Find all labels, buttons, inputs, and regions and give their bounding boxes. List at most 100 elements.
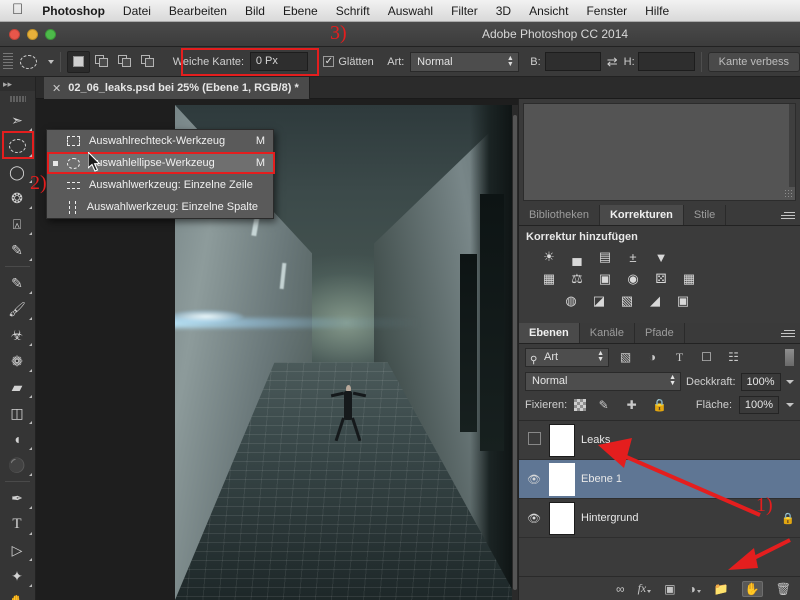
channel-mixer-icon[interactable]: ⚄ xyxy=(651,270,671,288)
layer-thumbnail[interactable] xyxy=(549,423,575,457)
add-to-selection-button[interactable] xyxy=(90,51,113,73)
levels-icon[interactable]: ▄ xyxy=(567,248,587,266)
new-selection-button[interactable] xyxy=(67,50,91,73)
hue-saturation-icon[interactable]: ▦ xyxy=(539,270,559,288)
menu-item-ebene[interactable]: Ebene xyxy=(274,0,327,22)
menu-item-schrift[interactable]: Schrift xyxy=(327,0,379,22)
menu-item-bearbeiten[interactable]: Bearbeiten xyxy=(160,0,236,22)
shape-filter-icon[interactable]: ☐ xyxy=(696,348,717,367)
swap-dimensions-icon[interactable]: ⇄ xyxy=(601,54,624,70)
blur-tool[interactable]: ◖ xyxy=(0,426,34,452)
layer-visibility-toggle[interactable]: 👁 xyxy=(525,512,543,525)
layers-panel-tabs[interactable]: Ebenen Kanäle Pfade xyxy=(519,323,800,344)
dodge-tool[interactable]: ⚫ xyxy=(0,452,34,478)
layer-thumbnail[interactable] xyxy=(549,501,575,535)
new-layer-icon[interactable]: ✋ xyxy=(741,580,763,597)
menu-item-filter[interactable]: Filter xyxy=(442,0,487,22)
brightness-contrast-icon[interactable]: ☀ xyxy=(539,248,559,266)
opacity-chevron-down-icon[interactable] xyxy=(785,379,794,384)
panel-menu-icon[interactable] xyxy=(781,328,795,339)
layer-mask-icon[interactable]: ▣ xyxy=(664,582,675,596)
curves-icon[interactable]: ▤ xyxy=(595,248,615,266)
layer-filter-kind-select[interactable]: ⚲ Art ▲ ▼ xyxy=(525,347,609,367)
path-selection-tool[interactable]: ▷ xyxy=(0,537,34,563)
adjustment-filter-icon[interactable]: ◑ xyxy=(642,348,663,367)
selection-mode-group[interactable] xyxy=(67,50,159,73)
black-white-icon[interactable]: ▣ xyxy=(595,270,615,288)
blend-mode-select[interactable]: Normal ▲ ▼ xyxy=(525,372,681,391)
tab-pfade[interactable]: Pfade xyxy=(635,323,685,343)
refine-edge-button[interactable]: Kante verbess xyxy=(707,51,800,72)
smartobject-filter-icon[interactable]: ☷ xyxy=(723,348,744,367)
menu-item-hilfe[interactable]: Hilfe xyxy=(636,0,678,22)
style-select[interactable]: Normal ▲ ▼ xyxy=(410,51,519,72)
tab-stile[interactable]: Stile xyxy=(683,205,727,225)
ellipse-marquee-icon[interactable] xyxy=(13,47,46,77)
eyedropper-tool[interactable]: ✎ xyxy=(0,237,34,263)
antialias-checkbox[interactable]: ✓ Glätten xyxy=(323,56,374,68)
preview-resize-grip[interactable] xyxy=(784,189,794,199)
close-icon[interactable]: ✕ xyxy=(52,82,61,95)
tab-bibliotheken[interactable]: Bibliotheken xyxy=(519,205,600,225)
gradient-map-icon[interactable]: ◢ xyxy=(645,292,665,310)
clone-stamp-tool[interactable]: ☣ xyxy=(0,322,34,348)
eraser-tool[interactable]: ▰ xyxy=(0,374,34,400)
subtract-from-selection-button[interactable] xyxy=(113,51,136,73)
link-layers-icon[interactable]: ∞ xyxy=(616,582,625,596)
lasso-tool[interactable]: ◯ xyxy=(0,159,34,185)
preview-surface[interactable] xyxy=(523,103,796,201)
layer-visibility-toggle[interactable]: 👁 xyxy=(525,473,543,486)
adjustment-icon-grid[interactable]: ☀ ▄ ▤ ± ▼ ▦ ⚖ ▣ ◉ ⚄ ▦ ◍ ◪ ▧ ◢ ▣ xyxy=(519,246,800,312)
menu-item-ansicht[interactable]: Ansicht xyxy=(520,0,577,22)
marquee-tool-flyout-menu[interactable]: Auswahlrechteck-Werkzeug M Auswahlellips… xyxy=(46,129,275,219)
flyout-item-rectangular-marquee[interactable]: Auswahlrechteck-Werkzeug M xyxy=(47,130,273,152)
menu-item-fenster[interactable]: Fenster xyxy=(577,0,636,22)
history-brush-tool[interactable]: ❁ xyxy=(0,348,34,374)
preview-scrollbar[interactable] xyxy=(789,104,795,187)
gradient-tool[interactable]: ◫ xyxy=(0,400,34,426)
brush-tool[interactable]: 🖌 xyxy=(0,296,34,322)
tool-preset-chevron-down-icon[interactable] xyxy=(48,59,55,64)
fill-chevron-down-icon[interactable] xyxy=(786,402,794,407)
layer-style-fx-icon[interactable]: fx xyxy=(638,581,652,596)
panel-menu-icon[interactable] xyxy=(781,210,795,221)
selective-color-icon[interactable]: ▣ xyxy=(673,292,693,310)
crop-tool[interactable]: ⍓ xyxy=(0,211,34,237)
tools-panel-collapse-button[interactable]: ▸▸ xyxy=(0,77,35,91)
tools-panel-grip[interactable] xyxy=(9,93,26,105)
lock-all-icon[interactable]: 🔒 xyxy=(649,395,670,414)
lock-transparency-icon[interactable] xyxy=(574,398,587,411)
options-bar-grip[interactable] xyxy=(3,52,13,71)
opacity-input[interactable]: 100% xyxy=(740,372,781,391)
menu-item-3d[interactable]: 3D xyxy=(487,0,520,22)
type-filter-icon[interactable]: T xyxy=(669,348,690,367)
menu-item-datei[interactable]: Datei xyxy=(114,0,160,22)
menu-item-auswahl[interactable]: Auswahl xyxy=(379,0,442,22)
hand-tool[interactable]: ✋ xyxy=(0,589,34,600)
menu-item-bild[interactable]: Bild xyxy=(236,0,274,22)
height-input[interactable] xyxy=(638,52,695,71)
color-balance-icon[interactable]: ⚖ xyxy=(567,270,587,288)
spot-healing-brush-tool[interactable]: ✎ xyxy=(0,270,34,296)
adjustments-panel-tabs[interactable]: Bibliotheken Korrekturen Stile xyxy=(519,205,800,226)
apple-icon[interactable]:  xyxy=(8,2,33,19)
move-tool[interactable]: ➣ xyxy=(0,107,34,133)
intersect-selection-button[interactable] xyxy=(136,51,159,73)
photo-filter-icon[interactable]: ◉ xyxy=(623,270,643,288)
quick-selection-tool[interactable]: ❂ xyxy=(0,185,34,211)
threshold-icon[interactable]: ▧ xyxy=(617,292,637,310)
width-input[interactable] xyxy=(544,52,601,71)
pen-tool[interactable]: ✒ xyxy=(0,485,34,511)
new-fill-adjustment-icon[interactable]: ◑ xyxy=(689,582,701,596)
fill-input[interactable]: 100% xyxy=(739,395,779,414)
document-tab[interactable]: ✕ 02_06_leaks.psd bei 25% (Ebene 1, RGB/… xyxy=(44,77,310,99)
vibrance-icon[interactable]: ▼ xyxy=(651,248,671,266)
tab-ebenen[interactable]: Ebenen xyxy=(519,323,580,343)
filter-enable-toggle[interactable] xyxy=(785,348,794,366)
layer-thumbnail[interactable] xyxy=(549,462,575,496)
flyout-item-elliptical-marquee[interactable]: Auswahlellipse-Werkzeug M xyxy=(47,152,273,174)
invert-icon[interactable]: ◍ xyxy=(561,292,581,310)
delete-layer-icon[interactable]: 🗑 xyxy=(776,582,791,596)
lock-position-icon[interactable]: ✚ xyxy=(621,395,642,414)
tab-korrekturen[interactable]: Korrekturen xyxy=(599,205,684,225)
